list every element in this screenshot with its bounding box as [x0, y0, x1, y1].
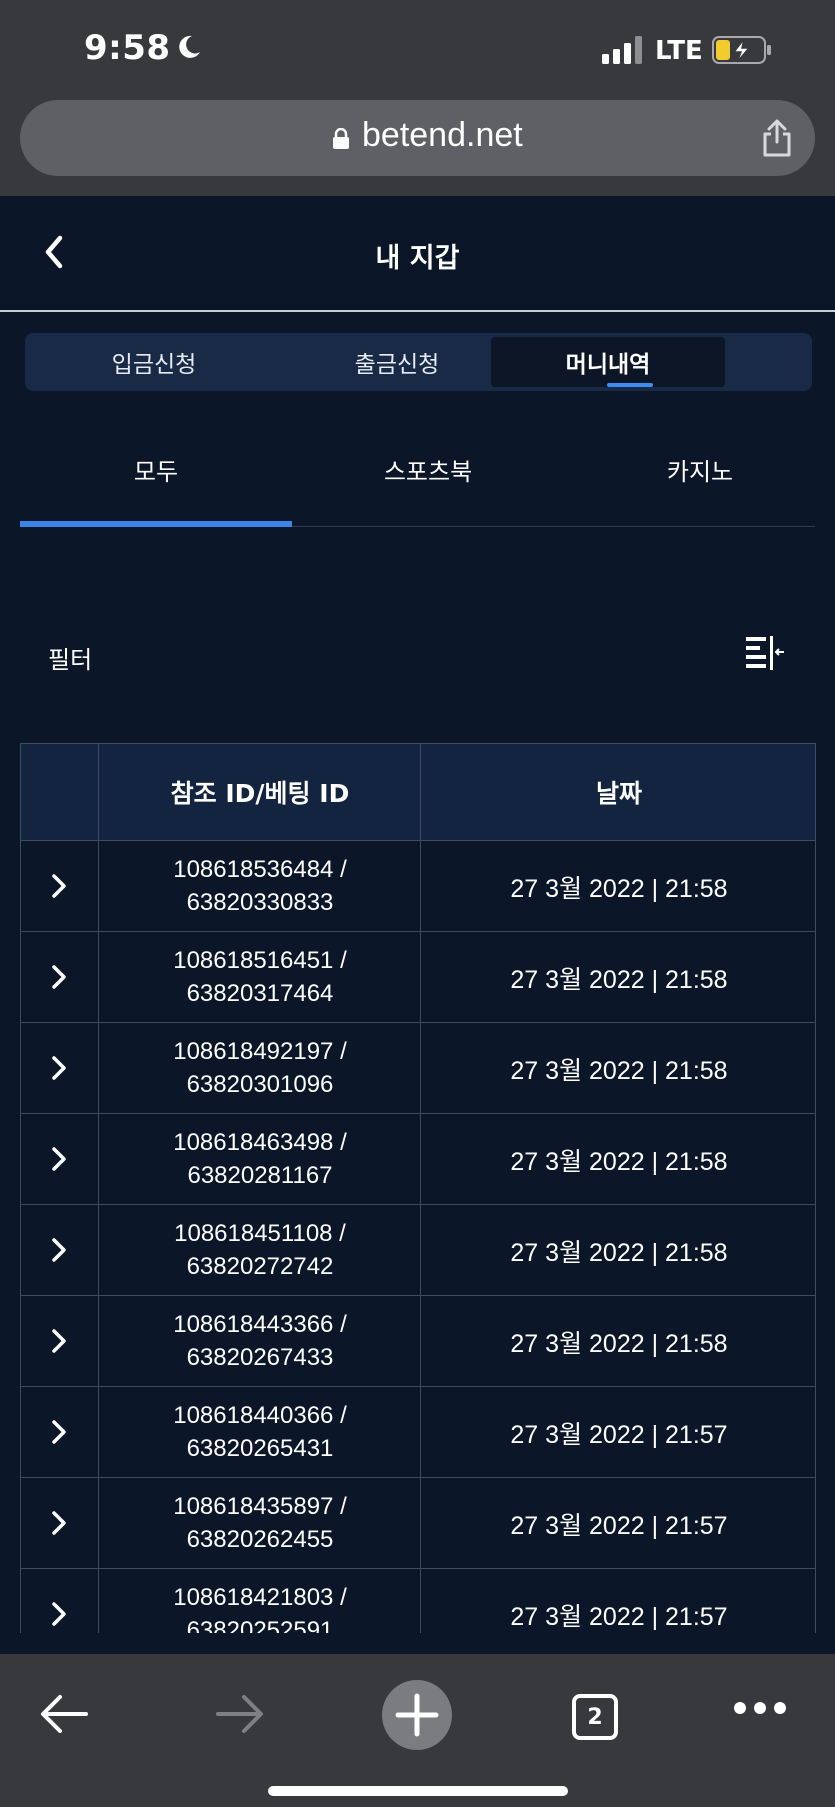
filter-label[interactable]: 필터: [48, 640, 92, 675]
chevron-right-icon[interactable]: [49, 1144, 69, 1174]
signal-icon: [602, 36, 642, 64]
row-date: 27 3월 2022 | 21:58: [510, 1239, 728, 1267]
reference-bet-id: 108618435897 / 63820262455: [99, 1490, 421, 1556]
reference-id: 108618451108 /: [174, 1220, 346, 1247]
app-header: 내 지갑: [0, 196, 835, 312]
battery-icon: [712, 36, 771, 64]
reference-bet-id: 108618440366 / 63820265431: [99, 1399, 421, 1465]
bet-id: 63820281167: [187, 1162, 333, 1189]
bet-id: 63820267433: [186, 1344, 334, 1371]
reference-bet-id: 108618443366 / 63820267433: [99, 1308, 421, 1374]
table-header: 참조 ID/베팅 ID 날짜: [21, 743, 815, 841]
table-row[interactable]: 108618536484 / 63820330833 27 3월 2022 | 21…: [21, 841, 815, 932]
page-title: 내 지갑: [375, 243, 460, 274]
reference-id: 108618536484 /: [173, 856, 347, 883]
reference-id: 108618516451 /: [173, 947, 347, 974]
reference-id: 108618440366 /: [173, 1402, 347, 1429]
reference-bet-id: 108618421803 / 63820252591: [99, 1581, 421, 1633]
table-row[interactable]: 108618492197 / 63820301096 27 3월 2022 | 21…: [21, 1023, 815, 1114]
money-history-table: 참조 ID/베팅 ID 날짜 108618536484 / 63820330833…: [20, 743, 816, 1633]
address-bar[interactable]: betend.net: [20, 100, 815, 176]
reference-id: 108618463498 /: [173, 1129, 347, 1156]
bet-id: 63820252591: [186, 1617, 334, 1633]
bet-id: 63820272742: [186, 1253, 334, 1280]
header-reference-id: 참조 ID/베팅 ID: [170, 779, 350, 808]
status-time: 9:58: [84, 28, 171, 68]
home-indicator: [268, 1786, 568, 1796]
chevron-right-icon[interactable]: [49, 1053, 69, 1083]
new-tab-button[interactable]: [382, 1680, 452, 1750]
reference-bet-id: 108618492197 / 63820301096: [99, 1035, 421, 1101]
row-date: 27 3월 2022 | 21:58: [510, 875, 728, 903]
reference-bet-id: 108618536484 / 63820330833: [99, 853, 421, 919]
header-date: 날짜: [595, 779, 642, 808]
plus-icon: [395, 1693, 439, 1737]
column-divider: [98, 743, 99, 1633]
reference-id: 108618443366 /: [173, 1311, 347, 1338]
browser-toolbar: 2: [0, 1654, 835, 1807]
row-date: 27 3월 2022 | 21:58: [510, 1057, 728, 1085]
bet-id: 63820262455: [186, 1526, 334, 1553]
url-text: betend.net: [362, 116, 523, 154]
chevron-right-icon[interactable]: [49, 962, 69, 992]
header-expand-col: [21, 744, 99, 840]
bet-id: 63820330833: [186, 889, 334, 916]
chevron-right-icon[interactable]: [49, 1326, 69, 1356]
status-bar: 9:58 LTE: [0, 0, 835, 96]
reference-bet-id: 108618516451 / 63820317464: [99, 944, 421, 1010]
browser-back-icon[interactable]: [38, 1692, 90, 1736]
table-row[interactable]: 108618516451 / 63820317464 27 3월 2022 | 21…: [21, 932, 815, 1023]
bet-id: 63820301096: [186, 1071, 334, 1098]
table-row[interactable]: 108618443366 / 63820267433 27 3월 2022 | 21…: [21, 1296, 815, 1387]
wallet-segment-tabs: 입금신청 출금신청 머니내역: [25, 333, 812, 391]
column-divider: [420, 743, 421, 1633]
table-row[interactable]: 108618435897 / 63820262455 27 3월 2022 | 21…: [21, 1478, 815, 1569]
share-icon[interactable]: [760, 118, 794, 158]
table-row[interactable]: 108618440366 / 63820265431 27 3월 2022 | 21…: [21, 1387, 815, 1478]
row-date: 27 3월 2022 | 21:58: [510, 1330, 728, 1358]
network-type: LTE: [655, 36, 703, 66]
tab-withdraw[interactable]: 출금신청: [279, 337, 515, 387]
bet-id: 63820265431: [186, 1435, 334, 1462]
filter-toggle-icon[interactable]: [744, 634, 786, 674]
chevron-right-icon[interactable]: [49, 1599, 69, 1629]
category-sportsbook[interactable]: 스포츠북: [292, 452, 564, 487]
row-date: 27 3월 2022 | 21:57: [510, 1421, 728, 1449]
tab-deposit[interactable]: 입금신청: [29, 337, 279, 387]
moon-icon: [179, 35, 200, 58]
chevron-right-icon[interactable]: [49, 871, 69, 901]
more-icon[interactable]: [732, 1698, 788, 1718]
row-date: 27 3월 2022 | 21:58: [510, 1148, 728, 1176]
tab-money-history[interactable]: 머니내역: [491, 337, 725, 387]
row-date: 27 3월 2022 | 21:58: [510, 966, 728, 994]
table-row[interactable]: 108618463498 / 63820281167 27 3월 2022 | 21…: [21, 1114, 815, 1205]
chevron-right-icon[interactable]: [49, 1417, 69, 1447]
lock-icon: [333, 128, 349, 149]
tab-switcher-button[interactable]: 2: [572, 1694, 618, 1740]
category-casino[interactable]: 카지노: [564, 452, 835, 487]
reference-id: 108618435897 /: [173, 1493, 347, 1520]
browser-address-area: betend.net: [0, 96, 835, 196]
chevron-right-icon[interactable]: [49, 1235, 69, 1265]
category-active-indicator: [20, 521, 292, 527]
active-tab-indicator: [607, 383, 653, 387]
browser-forward-icon[interactable]: [214, 1692, 266, 1736]
reference-id: 108618492197 /: [173, 1038, 347, 1065]
table-row[interactable]: 108618451108 / 63820272742 27 3월 2022 | 21…: [21, 1205, 815, 1296]
bet-id: 63820317464: [186, 980, 334, 1007]
row-date: 27 3월 2022 | 21:57: [510, 1512, 728, 1540]
reference-bet-id: 108618451108 / 63820272742: [99, 1217, 421, 1283]
reference-id: 108618421803 /: [173, 1584, 347, 1611]
category-all[interactable]: 모두: [20, 452, 292, 487]
table-row[interactable]: 108618421803 / 63820252591 27 3월 2022 | 21…: [21, 1569, 815, 1633]
row-date: 27 3월 2022 | 21:57: [510, 1603, 728, 1631]
chevron-right-icon[interactable]: [49, 1508, 69, 1538]
reference-bet-id: 108618463498 / 63820281167: [99, 1126, 421, 1192]
